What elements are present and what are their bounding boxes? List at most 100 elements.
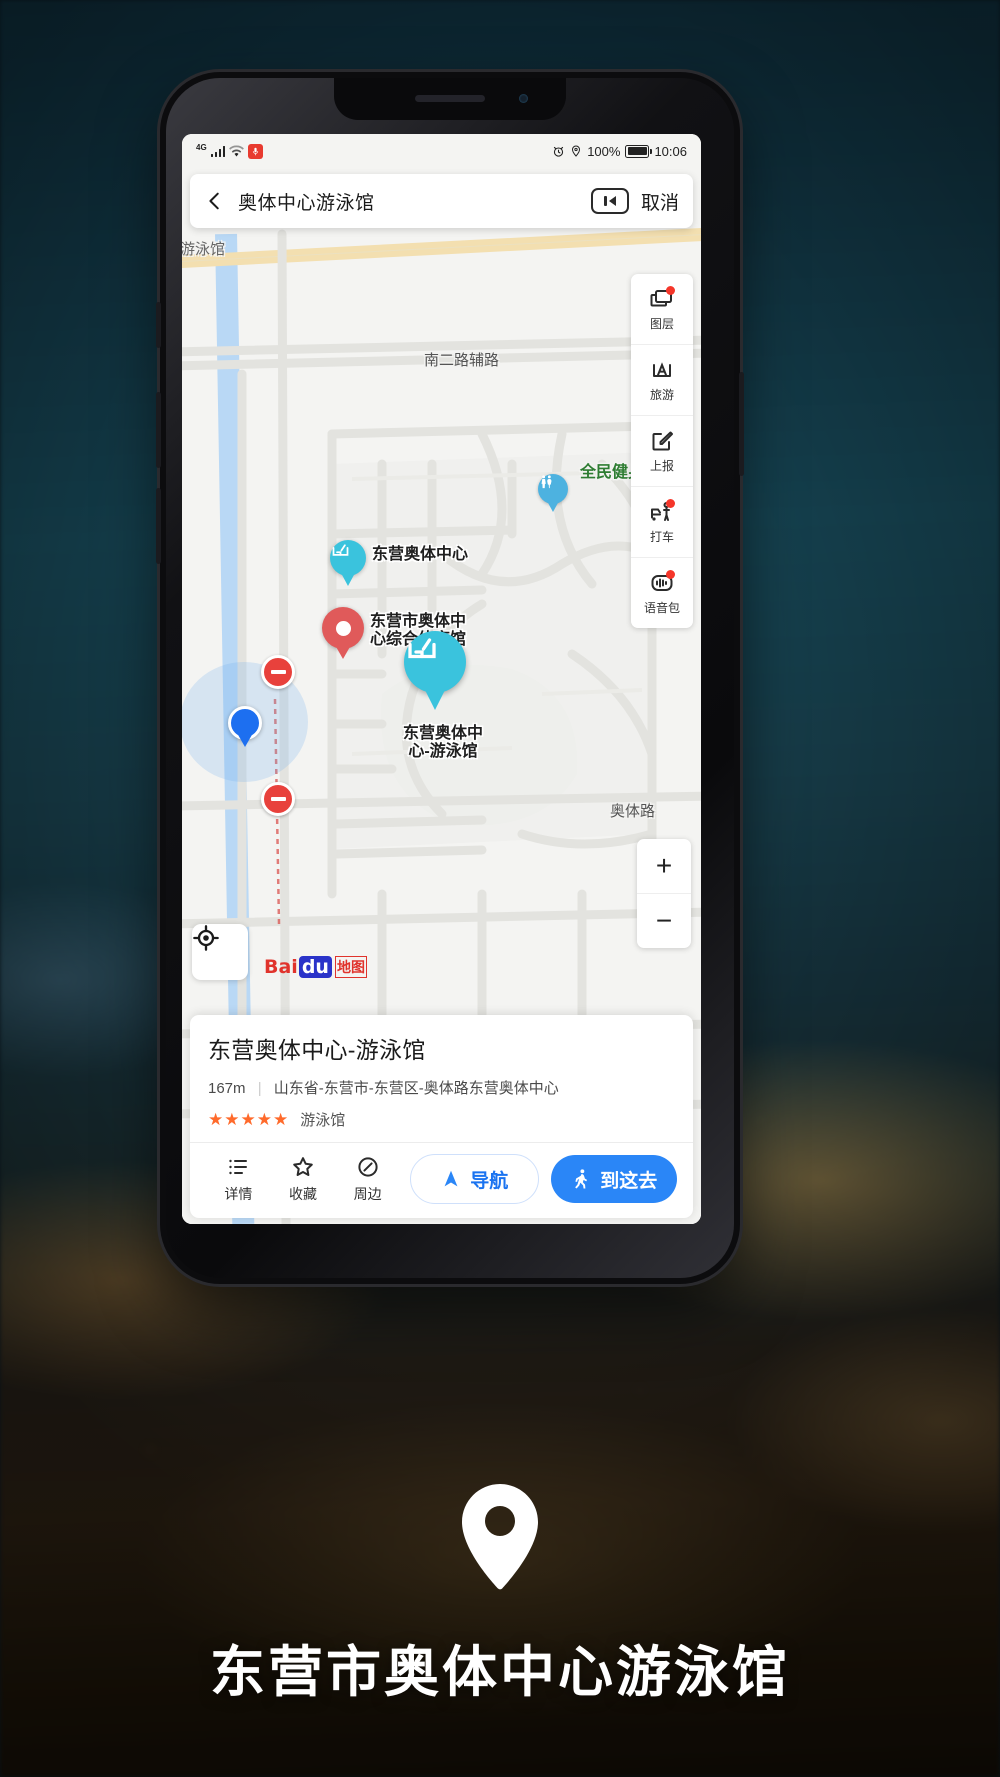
volume-down-button[interactable] <box>156 488 161 564</box>
place-address: 山东省-东营市-东营区-奥体路东营奥体中心 <box>273 1080 559 1097</box>
phone-device: 南二路辅路 奥体路 游泳馆 全民健身公 东营奥体中心 东营市奥体中 东营奥体中 … <box>156 72 744 1284</box>
sports-venue-icon-selected <box>404 631 466 693</box>
star-favorite-icon <box>293 1156 313 1176</box>
status-left-group: 4G <box>196 142 264 159</box>
layers-icon <box>648 286 676 312</box>
zoom-in-button[interactable]: + <box>637 839 691 894</box>
location-pin-icon <box>572 145 581 157</box>
poi-selected-swimming-hall[interactable] <box>404 631 466 711</box>
rating-stars: ★★★★★ <box>208 1109 290 1129</box>
status-bar: 4G 100% 10:06 <box>182 134 701 168</box>
no-entry-marker-top <box>261 655 295 689</box>
navigation-arrow-icon <box>444 1170 458 1187</box>
place-address-row: 167m | 山东省-东营市-东营区-奥体路东营奥体中心 <box>208 1077 675 1098</box>
poi-dongying-sports-center[interactable]: 东营奥体中心 <box>330 540 468 586</box>
road-label-aotilu: 奥体路 <box>610 803 656 820</box>
place-title: 东营奥体中心-游泳馆 <box>208 1037 426 1063</box>
place-info-body: 东营奥体中心-游泳馆 167m | 山东省-东营市-东营区-奥体路东营奥体中心 … <box>190 1015 693 1142</box>
status-right-group: 100% 10:06 <box>552 144 687 159</box>
front-camera <box>519 94 528 103</box>
mute-switch[interactable] <box>156 302 161 348</box>
action-favorite-label: 收藏 <box>289 1185 317 1202</box>
navigate-button[interactable]: 导航 <box>410 1154 539 1204</box>
tool-layers-label: 图层 <box>649 317 674 331</box>
tool-tourism[interactable]: 旅游 <box>631 345 693 416</box>
action-details[interactable]: 详情 <box>206 1155 271 1204</box>
network-type-label: 4G <box>196 142 207 152</box>
map-tools-panel[interactable]: 图层 旅游 上报 打车 语音包 <box>631 274 693 628</box>
tool-tourism-label: 旅游 <box>649 388 674 402</box>
place-info-card: 东营奥体中心-游泳馆 167m | 山东省-东营市-东营区-奥体路东营奥体中心 … <box>190 1015 693 1218</box>
wifi-icon <box>229 144 245 156</box>
poi-label-swimming-hall: 东营奥体中 心-游泳馆 <box>402 725 483 761</box>
cancel-button[interactable]: 取消 <box>641 188 679 215</box>
tool-report-label: 上报 <box>649 459 674 473</box>
signal-bars-icon <box>210 145 226 157</box>
zoom-out-button[interactable]: − <box>637 894 691 948</box>
back-chevron-icon[interactable] <box>204 190 226 212</box>
go-here-label: 到这去 <box>600 1170 658 1192</box>
my-location-dot <box>228 706 262 740</box>
power-button[interactable] <box>739 372 744 476</box>
logo-suffix: 地图 <box>334 956 367 978</box>
go-here-button[interactable]: 到这去 <box>550 1155 677 1203</box>
badge-dot <box>666 570 675 579</box>
tool-voice-label: 语音包 <box>643 601 680 615</box>
baidu-map-logo: Bai du 地图 <box>264 956 367 978</box>
search-input[interactable]: 奥体中心游泳馆 <box>238 188 579 215</box>
screenshot-root: 南二路辅路 奥体路 游泳馆 全民健身公 东营奥体中心 东营市奥体中 东营奥体中 … <box>0 0 1000 1777</box>
taxi-icon <box>648 499 676 525</box>
poi-restroom[interactable] <box>538 474 568 514</box>
alarm-clock-icon <box>554 146 564 157</box>
mic-recording-icon <box>248 143 264 159</box>
zoom-controls[interactable]: + − <box>637 839 691 948</box>
road-label-nanerlu: 南二路辅路 <box>424 352 500 369</box>
tourism-icon <box>648 357 676 383</box>
voice-pack-icon <box>648 570 676 596</box>
location-pin-icon <box>462 1484 538 1590</box>
badge-dot <box>666 499 675 508</box>
locate-me-button[interactable] <box>192 924 248 980</box>
divider: | <box>257 1080 262 1097</box>
voice-search-icon[interactable] <box>590 188 629 214</box>
report-edit-icon <box>648 428 676 454</box>
road-label-swimming: 游泳馆 <box>182 241 226 258</box>
list-detail-icon <box>229 1159 248 1174</box>
logo-du: du <box>298 956 332 978</box>
no-entry-marker-bottom <box>261 782 295 816</box>
tool-layers[interactable]: 图层 <box>631 274 693 345</box>
battery-percent-label: 100% <box>587 143 621 159</box>
place-category: 游泳馆 <box>300 1112 346 1129</box>
action-favorite[interactable]: 收藏 <box>271 1155 336 1204</box>
battery-icon <box>625 144 652 158</box>
action-nearby[interactable]: 周边 <box>335 1155 400 1204</box>
sports-venue-icon <box>330 540 366 576</box>
navigate-label: 导航 <box>470 1170 509 1192</box>
locate-crosshair-icon <box>193 925 219 951</box>
phone-screen: 南二路辅路 奥体路 游泳馆 全民健身公 东营奥体中心 东营市奥体中 东营奥体中 … <box>182 134 701 1224</box>
page-title: 东营市奥体中心游泳馆 <box>209 1641 790 1703</box>
compass-nearby-icon <box>358 1156 378 1177</box>
restroom-icon <box>538 474 568 504</box>
earpiece-speaker <box>415 95 485 102</box>
place-meta-row: ★★★★★ 游泳馆 <box>208 1109 675 1130</box>
my-location-marker <box>182 662 308 782</box>
volume-up-button[interactable] <box>156 392 161 468</box>
tool-report[interactable]: 上报 <box>631 416 693 487</box>
clock-label: 10:06 <box>654 143 687 159</box>
logo-bai: Bai <box>264 956 298 978</box>
action-details-label: 详情 <box>224 1185 253 1202</box>
search-bar[interactable]: 奥体中心游泳馆 取消 <box>190 174 693 228</box>
tool-voice-pack[interactable]: 语音包 <box>631 558 693 628</box>
page-footer: 东营市奥体中心游泳馆 <box>0 1480 1000 1707</box>
badge-dot <box>666 286 675 295</box>
tool-taxi[interactable]: 打车 <box>631 487 693 558</box>
place-distance: 167m <box>208 1080 246 1097</box>
poi-label-sports-center: 东营奥体中心 <box>372 546 469 563</box>
red-marker-icon <box>322 607 364 649</box>
action-nearby-label: 周边 <box>353 1185 382 1202</box>
walking-person-icon <box>575 1169 588 1189</box>
tool-taxi-label: 打车 <box>649 530 674 544</box>
phone-notch <box>334 78 566 120</box>
place-action-bar: 详情 收藏 周边 导航 到这去 <box>190 1142 693 1218</box>
